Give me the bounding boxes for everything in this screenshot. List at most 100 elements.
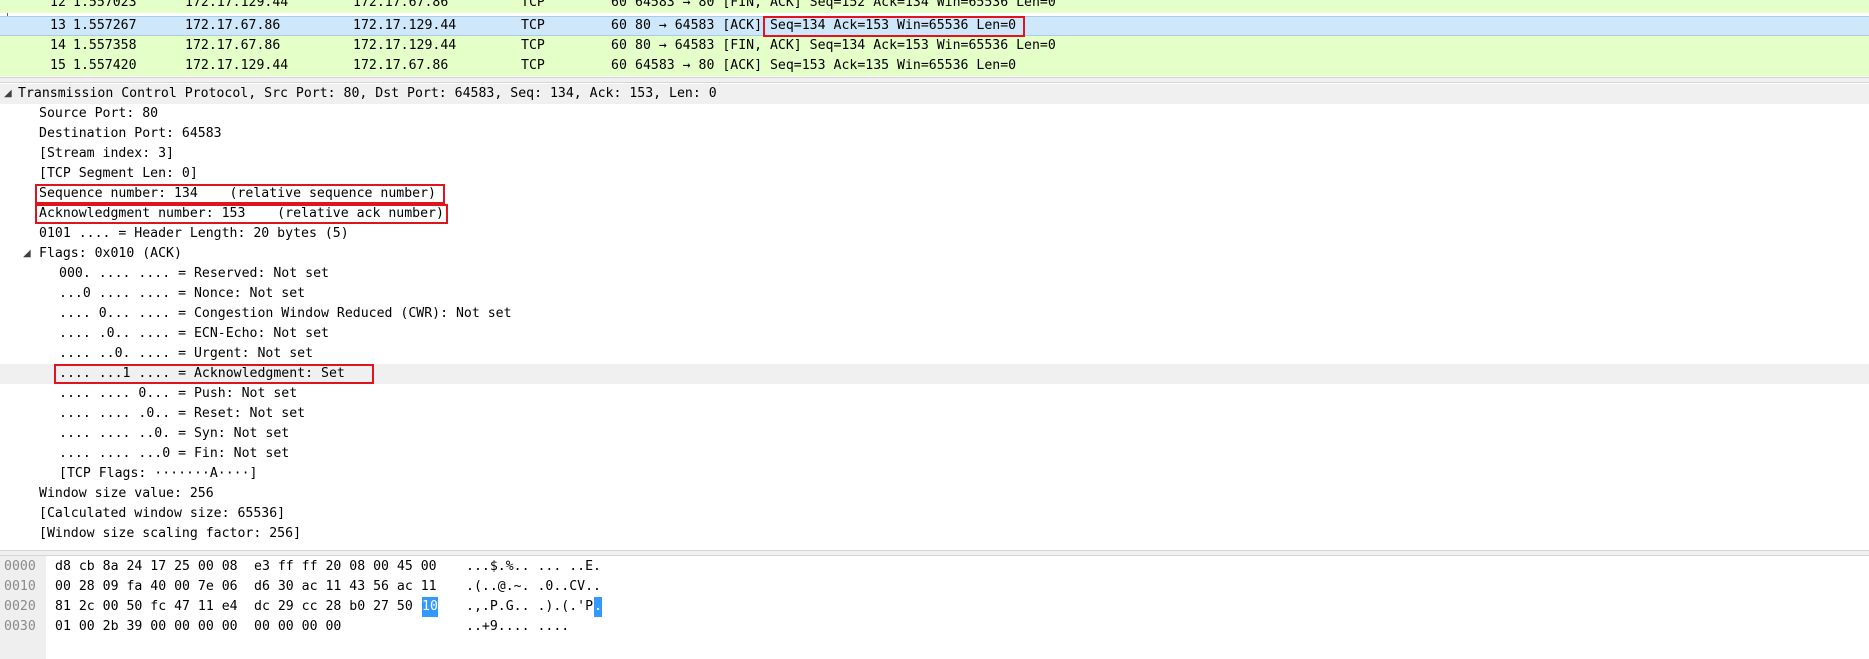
tree-item-flag-urgent[interactable]: .... ..0. .... = Urgent: Not set — [0, 344, 1869, 364]
packet-row-12[interactable]: 12 1.557023 172.17.129.44 172.17.67.86 T… — [0, 0, 1869, 13]
hex-selected-byte[interactable]: 10 — [422, 597, 438, 617]
packet-protocol: TCP — [521, 38, 545, 53]
hex-dump-pane[interactable]: 0000 d8 cb 8a 24 17 25 00 08 e3 ff ff 20… — [0, 556, 1869, 659]
packet-info-fields: Seq=134 Ack=153 Win=65536 Len=0 — [769, 18, 1017, 33]
hex-bytes-left[interactable]: 01 00 2b 39 00 00 00 00 — [55, 617, 238, 637]
tree-item-window-scaling-factor[interactable]: [Window size scaling factor: 256] — [0, 524, 1869, 544]
tree-item-label: .... .... ...0 = Fin: Not set — [59, 446, 290, 461]
packet-info: 80 → 64583 [FIN, ACK] Seq=134 Ack=153 Wi… — [635, 36, 1056, 56]
hex-ascii[interactable]: ...$.%.. ... ..E. — [466, 557, 601, 577]
hex-offset: 0010 — [4, 579, 36, 594]
tree-item-flag-nonce[interactable]: ...0 .... .... = Nonce: Not set — [0, 284, 1869, 304]
hex-ascii[interactable]: ..+9.... .... — [466, 617, 569, 637]
tree-item-destination-port[interactable]: Destination Port: 64583 — [0, 124, 1869, 144]
packet-protocol: TCP — [521, 18, 545, 33]
packet-row-13-selected[interactable]: 13 1.557267 172.17.67.86 172.17.129.44 T… — [0, 16, 1869, 36]
tree-item-label: .... .... ..0. = Syn: Not set — [59, 426, 290, 441]
packet-time: 1.557358 — [73, 38, 137, 53]
tree-item-label: Transmission Control Protocol, Src Port:… — [18, 86, 717, 101]
tree-item-flag-acknowledgment-selected[interactable]: .... ...1 .... = Acknowledgment: Set — [0, 364, 1869, 384]
tree-item-flag-fin[interactable]: .... .... ...0 = Fin: Not set — [0, 444, 1869, 464]
tree-item-header-length[interactable]: 0101 .... = Header Length: 20 bytes (5) — [0, 224, 1869, 244]
tree-item-flag-reset[interactable]: .... .... .0.. = Reset: Not set — [0, 404, 1869, 424]
packet-length: 60 — [611, 58, 627, 73]
ascii-selected-byte[interactable]: . — [594, 597, 602, 617]
tree-item-label: Sequence number: 134 (relative sequence … — [39, 186, 436, 201]
packet-details-tree[interactable]: ◢ Transmission Control Protocol, Src Por… — [0, 83, 1869, 550]
tree-item-stream-index[interactable]: [Stream index: 3] — [0, 144, 1869, 164]
hex-bytes-left[interactable]: 00 28 09 fa 40 00 7e 06 — [55, 577, 238, 597]
packet-row-15[interactable]: 15 1.557420 172.17.129.44 172.17.67.86 T… — [0, 56, 1869, 76]
packet-time: 1.557420 — [73, 58, 137, 73]
tree-item-ack-number[interactable]: Acknowledgment number: 153 (relative ack… — [0, 204, 1869, 224]
packet-length: 60 — [611, 0, 627, 10]
tree-item-label: Flags: 0x010 (ACK) — [39, 246, 182, 261]
hex-bytes-right[interactable]: 00 00 00 00 — [254, 617, 341, 637]
tree-item-segment-len[interactable]: [TCP Segment Len: 0] — [0, 164, 1869, 184]
packet-info-fields: Seq=153 Ack=135 Win=65536 Len=0 — [769, 58, 1017, 73]
packet-info-prefix: 80 → 64583 [ACK] — [635, 18, 770, 33]
tree-item-label: .... .0.. .... = ECN-Echo: Not set — [59, 326, 329, 341]
packet-protocol: TCP — [521, 58, 545, 73]
tree-item-label: Source Port: 80 — [39, 106, 159, 121]
tree-item-flag-push[interactable]: .... .... 0... = Push: Not set — [0, 384, 1869, 404]
hex-bytes-left[interactable]: 81 2c 00 50 fc 47 11 e4 — [55, 597, 238, 617]
tree-item-label: [TCP Segment Len: 0] — [39, 166, 198, 181]
hex-bytes-right[interactable]: dc 29 cc 28 b0 27 50 — [254, 597, 413, 617]
packet-info: 64583 → 80 [ACK] Seq=153 Ack=135 Win=655… — [635, 56, 1016, 76]
packet-info-fields: Seq=134 Ack=153 Win=65536 Len=0 — [809, 38, 1056, 53]
packet-no: 13 — [50, 18, 66, 33]
packet-info: 80 → 64583 [ACK] Seq=134 Ack=153 Win=655… — [635, 17, 1016, 35]
expanded-triangle-icon[interactable]: ◢ — [23, 244, 31, 264]
tree-item-label: [TCP Flags: ·······A····] — [59, 466, 258, 481]
tree-item-label: 0101 .... = Header Length: 20 bytes (5) — [39, 226, 349, 241]
hex-ascii[interactable]: .(..@.~. .0..CV.. — [466, 577, 601, 597]
tree-item-label: Destination Port: 64583 — [39, 126, 222, 141]
tree-item-label: [Stream index: 3] — [39, 146, 174, 161]
packet-row-14[interactable]: 14 1.557358 172.17.67.86 172.17.129.44 T… — [0, 36, 1869, 56]
tree-item-label: .... ..0. .... = Urgent: Not set — [59, 346, 314, 361]
packet-source: 172.17.129.44 — [185, 58, 289, 73]
packet-destination: 172.17.129.44 — [353, 38, 457, 53]
packet-source: 172.17.67.86 — [185, 18, 281, 33]
packet-info-prefix: 64583 → 80 [FIN, ACK] — [635, 0, 810, 10]
packet-info-fields: Seq=152 Ack=134 Win=65536 Len=0 — [809, 0, 1056, 10]
packet-length: 60 — [611, 38, 627, 53]
tree-item-label: .... .... 0... = Push: Not set — [59, 386, 298, 401]
tree-item-window-size-value[interactable]: Window size value: 256 — [0, 484, 1869, 504]
packet-info-prefix: 80 → 64583 [FIN, ACK] — [635, 38, 810, 53]
hex-bytes-right[interactable]: e3 ff ff 20 08 00 45 00 — [254, 557, 437, 577]
hex-bytes-left[interactable]: d8 cb 8a 24 17 25 00 08 — [55, 557, 238, 577]
tree-item-tcp-header[interactable]: ◢ Transmission Control Protocol, Src Por… — [0, 84, 1869, 104]
tree-item-flag-cwr[interactable]: .... 0... .... = Congestion Window Reduc… — [0, 304, 1869, 324]
tree-item-label: ...0 .... .... = Nonce: Not set — [59, 286, 306, 301]
tree-item-flag-reserved[interactable]: 000. .... .... = Reserved: Not set — [0, 264, 1869, 284]
packet-source: 172.17.67.86 — [185, 38, 281, 53]
packet-info: 64583 → 80 [FIN, ACK] Seq=152 Ack=134 Wi… — [635, 0, 1056, 13]
hex-bytes-right[interactable]: d6 30 ac 11 43 56 ac 11 — [254, 577, 437, 597]
packet-source: 172.17.129.44 — [185, 0, 289, 10]
tree-item-calculated-window-size[interactable]: [Calculated window size: 65536] — [0, 504, 1869, 524]
hex-offset: 0030 — [4, 619, 36, 634]
hex-offset: 0000 — [4, 559, 36, 574]
tree-item-label: [Calculated window size: 65536] — [39, 506, 286, 521]
packet-no: 12 — [50, 0, 66, 10]
packet-list[interactable]: 12 1.557023 172.17.129.44 172.17.67.86 T… — [0, 0, 1869, 77]
tree-item-label: Window size value: 256 — [39, 486, 214, 501]
tree-item-tcp-flags-summary[interactable]: [TCP Flags: ·······A····] — [0, 464, 1869, 484]
packet-destination: 172.17.129.44 — [353, 18, 457, 33]
expanded-triangle-icon[interactable]: ◢ — [4, 84, 12, 104]
packet-length: 60 — [611, 18, 627, 33]
hex-ascii[interactable]: .,.P.G.. .).(.'P — [466, 597, 593, 617]
tree-item-flag-ecn-echo[interactable]: .... .0.. .... = ECN-Echo: Not set — [0, 324, 1869, 344]
tree-item-source-port[interactable]: Source Port: 80 — [0, 104, 1869, 124]
tree-item-label: [Window size scaling factor: 256] — [39, 526, 302, 541]
packet-no: 14 — [50, 38, 66, 53]
tree-item-flag-syn[interactable]: .... .... ..0. = Syn: Not set — [0, 424, 1869, 444]
tree-item-flags[interactable]: ◢ Flags: 0x010 (ACK) — [0, 244, 1869, 264]
packet-destination: 172.17.67.86 — [353, 58, 449, 73]
packet-protocol: TCP — [521, 0, 545, 10]
tree-item-label: .... .... .0.. = Reset: Not set — [59, 406, 306, 421]
hex-offset: 0020 — [4, 599, 36, 614]
tree-item-sequence-number[interactable]: Sequence number: 134 (relative sequence … — [0, 184, 1869, 204]
